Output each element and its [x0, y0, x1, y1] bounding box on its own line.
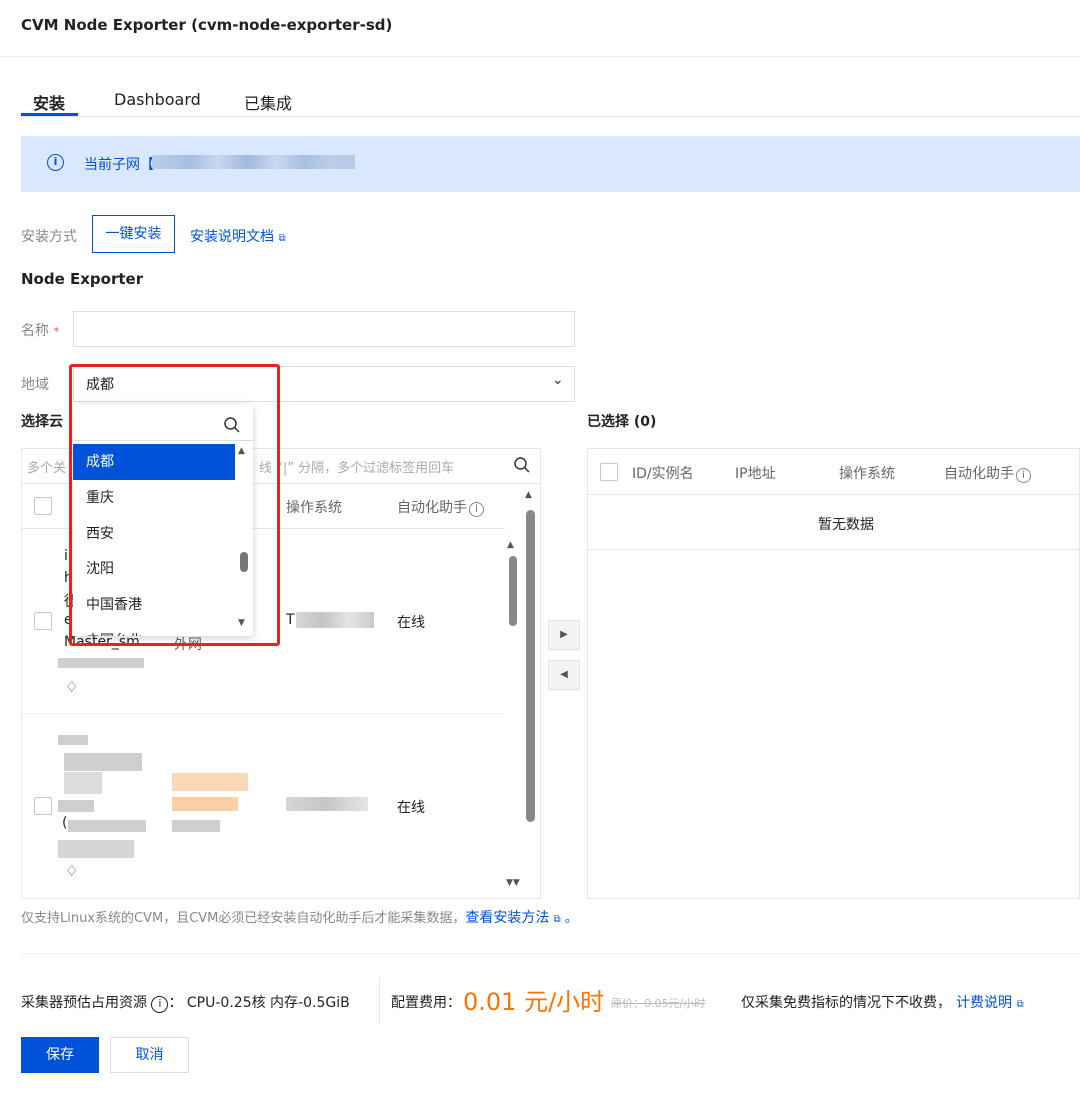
row2-redacted-5 [68, 820, 146, 832]
row2-redacted-2 [64, 753, 142, 771]
row1-os-prefix: T [286, 612, 295, 628]
row2-os-redacted [286, 797, 368, 811]
column-automation: 自动化助手 i [397, 497, 484, 517]
highlight-annotation-box [69, 364, 280, 646]
selected-column-ip: IP地址 [735, 466, 776, 482]
row1-checkbox[interactable] [34, 612, 52, 630]
row2-ip-redacted-1 [172, 773, 248, 791]
info-icon: i [47, 154, 64, 171]
tab-integrated[interactable]: 已集成 [244, 90, 292, 114]
cost-value: 0.01 元/小时 [463, 988, 605, 1016]
footer-note-end: 。 [564, 911, 578, 926]
tab-install[interactable]: 安装 [33, 90, 65, 114]
section-title: Node Exporter [21, 270, 144, 288]
row1-status: 在线 [397, 615, 425, 631]
resource-colon: ： [168, 995, 183, 1011]
resource-estimate: 采集器预估占用资源 i： CPU-0.25核 内存-0.5GiB [21, 992, 350, 1013]
install-method-label: 安装方式 [21, 229, 77, 245]
row2-redacted-1 [58, 735, 88, 745]
search-icon[interactable] [513, 456, 531, 474]
resource-value: CPU-0.25核 内存-0.5GiB [186, 995, 350, 1011]
search-placeholder-left: 多个关 [27, 461, 67, 476]
column-automation-label: 自动化助手 [397, 500, 467, 516]
scroll-down-icons[interactable]: ▼▼ [506, 878, 520, 888]
row2-redacted-3 [64, 772, 102, 794]
row2-ip-redacted-2 [172, 797, 238, 811]
left-panel-title: 选择云 [21, 414, 63, 430]
row2-status: 在线 [397, 800, 425, 816]
chevron-down-icon[interactable]: ⌄ [552, 372, 564, 388]
name-input[interactable] [73, 311, 575, 347]
name-label: 名称 * [21, 320, 59, 340]
selected-column-id: ID/实例名 [632, 466, 694, 482]
info-icon: i [1016, 468, 1031, 483]
install-doc-link[interactable]: 安装说明文档 ⧉ [190, 226, 286, 246]
original-price: 原价：0.05元/小时 [611, 997, 706, 1010]
row2-name: ( [62, 815, 68, 831]
cost-label: 配置费用： [391, 995, 461, 1011]
info-icon[interactable]: i [151, 996, 169, 1013]
footer-note: 仅支持Linux系统的CVM，且CVM必须已经安装自动化助手后才能采集数据，查看… [21, 907, 578, 927]
billing-link[interactable]: 计费说明 ⧉ [956, 992, 1024, 1012]
save-button[interactable]: 保存 [21, 1037, 99, 1073]
name-label-text: 名称 [21, 323, 49, 339]
selected-all-checkbox[interactable] [600, 463, 618, 481]
row1-os-redacted [296, 612, 374, 628]
row2-checkbox[interactable] [34, 797, 52, 815]
tabs-divider [21, 116, 1080, 117]
empty-state-text: 暂无数据 [818, 517, 874, 533]
tag-icon[interactable]: ♢ [65, 862, 78, 880]
panel-scrollbar[interactable]: ▲ [524, 490, 538, 890]
row1-name-1: i [64, 548, 68, 564]
selected-column-automation: 自动化助手 i [944, 463, 1031, 483]
table-scrollbar[interactable]: ▲ [507, 540, 519, 870]
row2-ip-redacted-3 [172, 820, 220, 832]
selected-column-automation-label: 自动化助手 [944, 466, 1014, 482]
page-title: CVM Node Exporter (cvm-node-exporter-sd) [21, 16, 393, 34]
transfer-left-button[interactable]: ◀ [548, 660, 580, 690]
external-link-icon: ⧉ [278, 233, 286, 244]
selected-panel-title: 已选择 (0) [587, 414, 657, 430]
header-divider [0, 56, 1080, 57]
one-click-install-button[interactable]: 一键安装 [92, 215, 175, 253]
install-method-link[interactable]: 查看安装方法 [465, 910, 549, 926]
resource-label: 采集器预估占用资源 [21, 995, 147, 1011]
footer-divider [21, 953, 1080, 954]
install-doc-link-text[interactable]: 安装说明文档 [190, 229, 274, 245]
required-mark: * [53, 325, 59, 338]
footer-note-text: 仅支持Linux系统的CVM，且CVM必须已经安装自动化助手后才能采集数据， [21, 911, 466, 926]
region-label: 地域 [21, 377, 49, 393]
notice-text: 当前子网【 [84, 157, 154, 173]
row1-redacted [58, 658, 144, 668]
cost-note: 仅采集免费指标的情况下不收费， [741, 995, 951, 1011]
info-icon: i [469, 502, 484, 517]
column-os: 操作系统 [286, 500, 342, 516]
tab-dashboard[interactable]: Dashboard [114, 90, 201, 109]
transfer-right-button[interactable]: ▶ [548, 620, 580, 650]
selected-column-os: 操作系统 [839, 466, 895, 482]
cost-divider [379, 978, 380, 1024]
redacted-subnet [152, 155, 342, 169]
tag-icon[interactable]: ♢ [65, 678, 78, 696]
select-all-checkbox[interactable] [34, 497, 52, 515]
billing-link-text[interactable]: 计费说明 [956, 995, 1012, 1011]
selected-header-divider [587, 494, 1080, 495]
row2-redacted-6 [58, 840, 134, 858]
row2-redacted-4 [58, 800, 94, 812]
redacted-subnet-tail [335, 155, 355, 169]
search-placeholder-right: 线 “|” 分隔，多个过滤标签用回车 [259, 461, 455, 476]
external-link-icon: ⧉ [553, 914, 561, 925]
empty-state-divider [587, 549, 1080, 550]
cancel-button[interactable]: 取消 [110, 1037, 189, 1073]
external-link-icon: ⧉ [1016, 999, 1024, 1010]
